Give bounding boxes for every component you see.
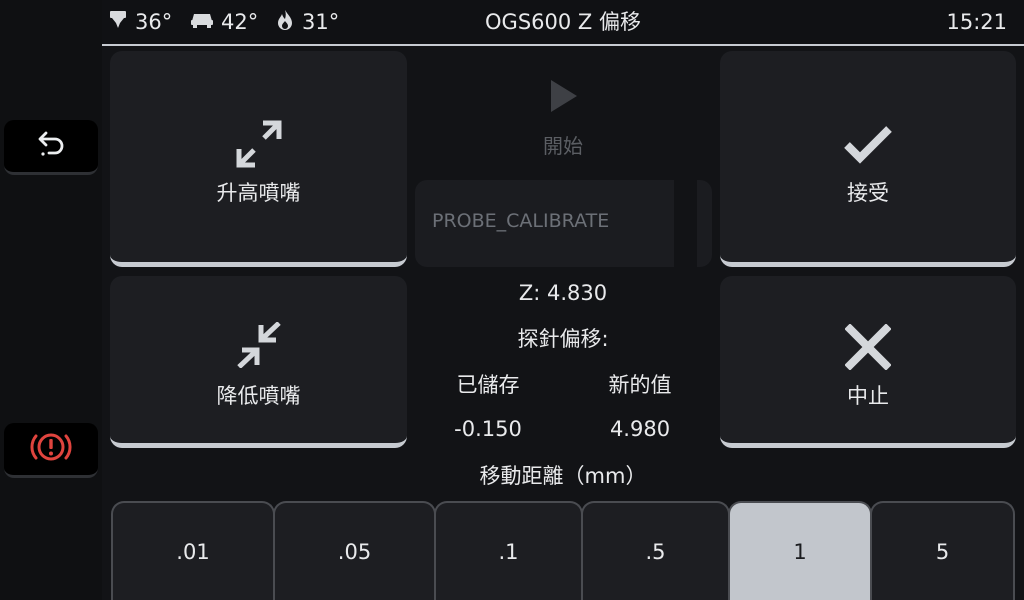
move-distance-label: 移動距離（mm） [479, 464, 647, 488]
z-position: Z: 4.830 [518, 281, 608, 305]
distance-option-5[interactable]: 5 [870, 501, 1015, 600]
distance-option-0.1[interactable]: .1 [434, 501, 583, 600]
collapse-icon [110, 322, 407, 368]
raise-nozzle-button[interactable]: 升高噴嘴 [110, 51, 407, 267]
lower-nozzle-label: 降低噴嘴 [216, 384, 301, 408]
new-value-label: 新的值 [608, 373, 672, 397]
sidebar [0, 0, 102, 600]
saved-offset-value: -0.150 [454, 417, 522, 441]
checkmark-icon [720, 123, 1016, 165]
probe-offset-label: 探針偏移: [517, 327, 609, 351]
expand-icon [110, 119, 407, 169]
screen: 36° 42° 31° OGS600 Z 偏移 15:21 升高噴嘴 降低噴嘴 … [0, 0, 1024, 600]
page-title: OGS600 Z 偏移 [485, 10, 641, 34]
top-bar-divider [102, 44, 1024, 46]
command-scrollbar[interactable] [697, 180, 712, 267]
play-icon [413, 78, 713, 114]
raise-nozzle-label: 升高噴嘴 [216, 181, 301, 205]
accept-label: 接受 [847, 181, 889, 205]
emergency-stop-icon [28, 428, 74, 470]
distance-option-0.5[interactable]: .5 [581, 501, 730, 600]
clock: 15:21 [946, 10, 1007, 34]
close-icon [720, 324, 1016, 370]
emergency-stop-button[interactable] [4, 423, 98, 478]
distance-option-0.01[interactable]: .01 [111, 501, 275, 600]
saved-label: 已儲存 [456, 373, 520, 397]
back-icon [34, 127, 68, 165]
accept-button[interactable]: 接受 [720, 51, 1016, 267]
back-button[interactable] [4, 120, 98, 175]
command-box: PROBE_CALIBRATE [415, 180, 674, 267]
distance-option-1[interactable]: 1 [728, 501, 872, 600]
start-label: 開始 [543, 134, 583, 158]
new-offset-value: 4.980 [609, 417, 671, 441]
command-text: PROBE_CALIBRATE [432, 210, 610, 232]
abort-label: 中止 [847, 384, 889, 408]
abort-button[interactable]: 中止 [720, 276, 1016, 448]
distance-option-0.05[interactable]: .05 [273, 501, 436, 600]
start-button[interactable]: 開始 [413, 60, 713, 172]
lower-nozzle-button[interactable]: 降低噴嘴 [110, 276, 407, 448]
